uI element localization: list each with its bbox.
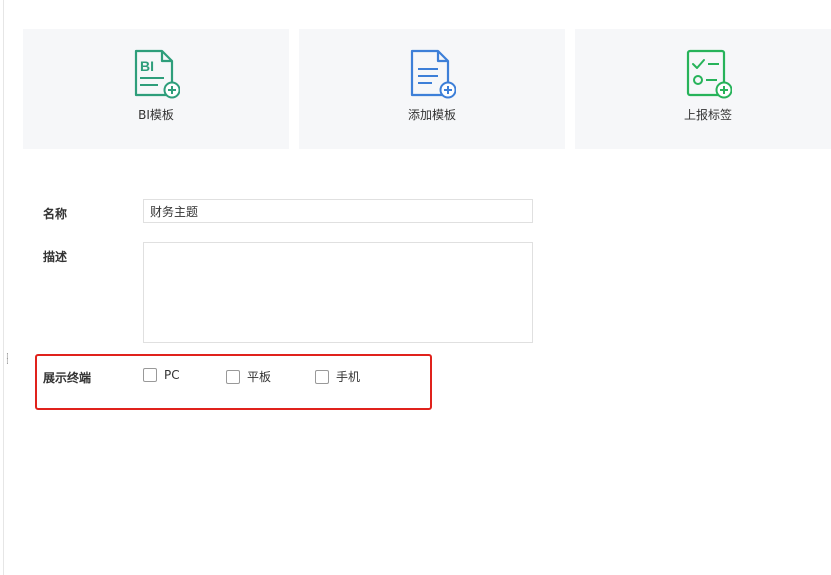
bi-icon-text: BI	[140, 58, 154, 74]
checkbox-label: 手机	[336, 370, 361, 384]
card-label: 添加模板	[407, 108, 456, 122]
terminal-label: 展示终端	[43, 371, 92, 385]
card-label: 上报标签	[683, 108, 732, 122]
card-bi-template[interactable]: BI BI模板	[23, 29, 289, 149]
description-label: 描述	[43, 250, 68, 264]
checkbox-label: 平板	[247, 370, 272, 384]
name-label: 名称	[43, 207, 68, 221]
description-input[interactable]	[143, 242, 533, 343]
checkbox-pc[interactable]: PC	[143, 368, 180, 382]
checkbox-box[interactable]	[143, 368, 157, 382]
left-panel-border	[3, 0, 4, 575]
document-add-icon	[410, 49, 456, 99]
checkbox-box[interactable]	[315, 369, 329, 384]
card-add-template[interactable]: 添加模板	[299, 29, 565, 149]
checklist-add-icon	[686, 49, 732, 99]
checkbox-tablet[interactable]: 平板	[226, 368, 271, 385]
resize-handle-icon[interactable]: ⁞ ⁞	[6, 353, 10, 369]
name-input[interactable]	[143, 199, 533, 223]
card-label: BI模板	[138, 108, 174, 122]
template-cards: BI BI模板 添加模板 上报标签	[23, 29, 831, 149]
checkbox-label: PC	[164, 368, 180, 382]
checkbox-phone[interactable]: 手机	[315, 368, 360, 385]
card-report-tag[interactable]: 上报标签	[575, 29, 831, 149]
checkbox-box[interactable]	[226, 369, 240, 384]
bi-template-add-icon: BI	[134, 49, 180, 99]
